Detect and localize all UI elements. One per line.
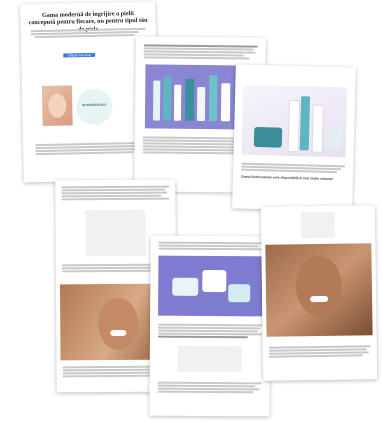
- page-jars: [149, 235, 271, 417]
- man-smiling-photo: [265, 243, 373, 337]
- ad-placeholder-2: [177, 345, 242, 373]
- page-man-portrait: [260, 205, 378, 381]
- page-products-right: Gama Nutricentials este disponibilă în m…: [232, 64, 356, 212]
- products-tubes-photo: [241, 84, 348, 158]
- ad-placeholder: [85, 209, 146, 257]
- read-more-button[interactable]: Citește mai mult: [63, 52, 96, 58]
- badge-text: NUTRICENTIALS: [82, 102, 107, 108]
- ad-placeholder-3: [300, 211, 336, 239]
- products-caption: Gama Nutricentials este disponibilă în m…: [240, 174, 334, 182]
- hero-face-photo: [41, 85, 73, 126]
- badge-logo: NUTRICENTIALS: [75, 88, 113, 126]
- jars-photo: [158, 255, 263, 317]
